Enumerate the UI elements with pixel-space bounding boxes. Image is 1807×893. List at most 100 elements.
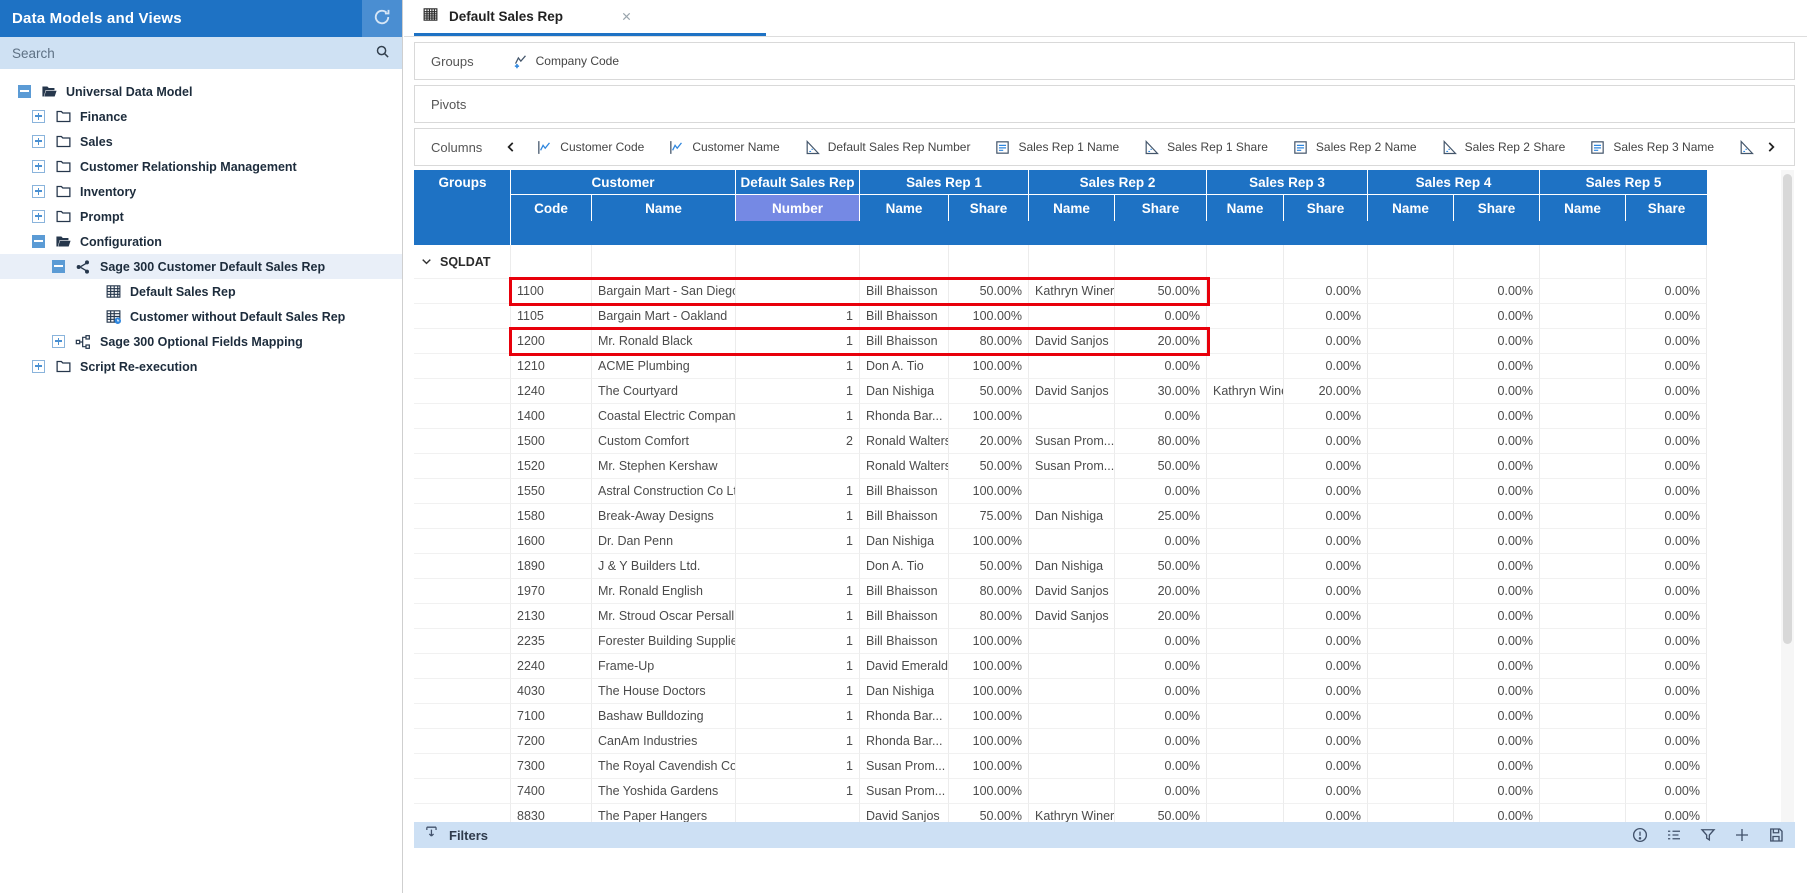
table-row-1200[interactable]: 1200Mr. Ronald Black1Bill Bhaisson80.00%… <box>414 329 1707 354</box>
scrollbar-thumb[interactable] <box>1783 174 1792 644</box>
table-row-7300[interactable]: 7300The Royal Cavendish Co.1Susan Prom..… <box>414 754 1707 779</box>
sidebar-item-configuration[interactable]: Configuration <box>0 229 402 254</box>
header-col-sr4-share[interactable]: Share <box>1454 195 1540 221</box>
add-button[interactable] <box>1733 826 1751 844</box>
column-chip-default-sales-rep-number[interactable]: Default Sales Rep Number <box>804 139 971 156</box>
sidebar-item-sage-300-customer-default-sales-rep[interactable]: Sage 300 Customer Default Sales Rep <box>0 254 402 279</box>
column-chip-customer-code[interactable]: Customer Code <box>536 139 644 156</box>
sidebar-item-default-sales-rep[interactable]: Default Sales Rep <box>0 279 402 304</box>
sidebar-item-sage-300-optional-fields-mapping[interactable]: Sage 300 Optional Fields Mapping <box>0 329 402 354</box>
sidebar-item-universal-data-model[interactable]: Universal Data Model <box>0 79 402 104</box>
column-chip-sales-rep-3-share[interactable]: Sales Rep 3 Share <box>1738 139 1754 156</box>
row-groups-cell <box>414 804 511 822</box>
table-row-1210[interactable]: 1210ACME Plumbing1Don A. Tio100.00%0.00%… <box>414 354 1707 379</box>
sidebar-item-customer-relationship-management[interactable]: Customer Relationship Management <box>0 154 402 179</box>
table-row-1240[interactable]: 1240The Courtyard1Dan Nishiga50.00%David… <box>414 379 1707 404</box>
table-row-1105[interactable]: 1105Bargain Mart - Oakland1Bill Bhaisson… <box>414 304 1707 329</box>
expand-toggle-icon[interactable] <box>32 135 45 148</box>
chip-label: Sales Rep 2 Name <box>1316 140 1417 154</box>
cell-sr2-share: 0.00% <box>1115 404 1207 429</box>
table-row-2130[interactable]: 2130Mr. Stroud Oscar Persall1Bill Bhaiss… <box>414 604 1707 629</box>
cell-name: Frame-Up <box>592 654 736 679</box>
save-button[interactable] <box>1767 826 1785 844</box>
column-chip-customer-name[interactable]: Customer Name <box>668 139 779 156</box>
table-row-1520[interactable]: 1520Mr. Stephen KershawRonald Walters50.… <box>414 454 1707 479</box>
header-group-sales-rep-2[interactable]: Sales Rep 2 <box>1029 170 1207 195</box>
header-group-sales-rep-5[interactable]: Sales Rep 5 <box>1540 170 1707 195</box>
collapse-toggle-icon[interactable] <box>18 85 31 98</box>
header-col-sr5-share[interactable]: Share <box>1626 195 1707 221</box>
expand-toggle-icon[interactable] <box>32 360 45 373</box>
table-row-2240[interactable]: 2240Frame-Up1David Emerald100.00%0.00%0.… <box>414 654 1707 679</box>
app-window: Data Models and Views Search Universal D… <box>0 0 1807 893</box>
expand-toggle-icon[interactable] <box>52 335 65 348</box>
sidebar-item-prompt[interactable]: Prompt <box>0 204 402 229</box>
header-col-sr1-name[interactable]: Name <box>860 195 949 221</box>
header-col-name[interactable]: Name <box>592 195 736 221</box>
collapse-toggle-icon[interactable] <box>32 235 45 248</box>
tab-close-icon[interactable] <box>621 11 632 22</box>
table-row-4030[interactable]: 4030The House Doctors1Dan Nishiga100.00%… <box>414 679 1707 704</box>
header-col-code[interactable]: Code <box>511 195 592 221</box>
header-col-sr2-share[interactable]: Share <box>1115 195 1207 221</box>
header-group-groups[interactable]: Groups <box>414 170 511 195</box>
cell-sr5-share: 0.00% <box>1626 754 1707 779</box>
cell-code: 1600 <box>511 529 592 554</box>
sidebar-item-customer-without-default-sales-rep[interactable]: Customer without Default Sales Rep <box>0 304 402 329</box>
header-group-sales-rep-1[interactable]: Sales Rep 1 <box>860 170 1029 195</box>
table-row-7200[interactable]: 7200CanAm Industries1Rhonda Bar...100.00… <box>414 729 1707 754</box>
header-col-sr3-name[interactable]: Name <box>1207 195 1284 221</box>
table-row-1600[interactable]: 1600Dr. Dan Penn1Dan Nishiga100.00%0.00%… <box>414 529 1707 554</box>
header-col-sr4-name[interactable]: Name <box>1368 195 1454 221</box>
table-row-1890[interactable]: 1890J & Y Builders Ltd.Don A. Tio50.00%D… <box>414 554 1707 579</box>
header-group-default-sales-rep[interactable]: Default Sales Rep <box>736 170 860 195</box>
sidebar-item-inventory[interactable]: Inventory <box>0 179 402 204</box>
group-chip-company-code[interactable]: Company Code <box>512 53 619 70</box>
column-chip-sales-rep-2-name[interactable]: Sales Rep 2 Name <box>1292 139 1417 156</box>
collapse-toggle-icon[interactable] <box>52 260 65 273</box>
tree-item-label: Sales <box>80 135 113 149</box>
header-col-sr1-share[interactable]: Share <box>949 195 1029 221</box>
cell-name: The Yoshida Gardens <box>592 779 736 804</box>
table-row-8830[interactable]: 8830The Paper HangersDavid Sanjos50.00%K… <box>414 804 1707 822</box>
filter-funnel-button[interactable] <box>1699 826 1717 844</box>
vertical-scrollbar[interactable] <box>1781 170 1794 822</box>
header-col-sr5-name[interactable]: Name <box>1540 195 1626 221</box>
expand-toggle-icon[interactable] <box>32 185 45 198</box>
table-row-1100[interactable]: 1100Bargain Mart - San DiegoBill Bhaisso… <box>414 279 1707 304</box>
expand-toggle-icon[interactable] <box>32 110 45 123</box>
table-row-1400[interactable]: 1400Coastal Electric Company1Rhonda Bar.… <box>414 404 1707 429</box>
header-group-sales-rep-4[interactable]: Sales Rep 4 <box>1368 170 1540 195</box>
sidebar-item-script-re-execution[interactable]: Script Re-execution <box>0 354 402 379</box>
table-row-1500[interactable]: 1500Custom Comfort2Ronald Walters20.00%S… <box>414 429 1707 454</box>
column-chip-sales-rep-1-name[interactable]: Sales Rep 1 Name <box>994 139 1119 156</box>
group-row-sqldat[interactable]: SQLDAT <box>414 245 1707 279</box>
table-row-7100[interactable]: 7100Bashaw Bulldozing1Rhonda Bar...100.0… <box>414 704 1707 729</box>
column-chip-sales-rep-3-name[interactable]: Sales Rep 3 Name <box>1589 139 1714 156</box>
line-options-button[interactable] <box>1665 826 1683 844</box>
cell-sr3-share: 0.00% <box>1284 579 1368 604</box>
header-col-number[interactable]: Number <box>736 195 860 221</box>
header-group-sales-rep-3[interactable]: Sales Rep 3 <box>1207 170 1368 195</box>
columns-scroll-left-button[interactable] <box>504 140 518 154</box>
header-col-sr2-name[interactable]: Name <box>1029 195 1115 221</box>
columns-scroll-right-button[interactable] <box>1764 140 1778 154</box>
alert-circle-button[interactable] <box>1631 826 1649 844</box>
cell-number: 1 <box>736 529 860 554</box>
column-chip-sales-rep-2-share[interactable]: Sales Rep 2 Share <box>1441 139 1566 156</box>
table-row-7400[interactable]: 7400The Yoshida Gardens1Susan Prom...100… <box>414 779 1707 804</box>
table-row-1970[interactable]: 1970Mr. Ronald English1Bill Bhaisson80.0… <box>414 579 1707 604</box>
tab-default-sales-rep[interactable]: Default Sales Rep <box>414 0 766 36</box>
header-group-customer[interactable]: Customer <box>511 170 736 195</box>
table-row-1580[interactable]: 1580Break-Away Designs1Bill Bhaisson75.0… <box>414 504 1707 529</box>
expand-toggle-icon[interactable] <box>32 160 45 173</box>
header-col-sr3-share[interactable]: Share <box>1284 195 1368 221</box>
expand-toggle-icon[interactable] <box>32 210 45 223</box>
column-chip-sales-rep-1-share[interactable]: Sales Rep 1 Share <box>1143 139 1268 156</box>
sidebar-item-finance[interactable]: Finance <box>0 104 402 129</box>
sidebar-item-sales[interactable]: Sales <box>0 129 402 154</box>
table-row-1550[interactable]: 1550Astral Construction Co Ltd.1Bill Bha… <box>414 479 1707 504</box>
refresh-button[interactable] <box>362 0 402 37</box>
search-input[interactable]: Search <box>0 37 402 69</box>
table-row-2235[interactable]: 2235Forester Building Supplies1Bill Bhai… <box>414 629 1707 654</box>
